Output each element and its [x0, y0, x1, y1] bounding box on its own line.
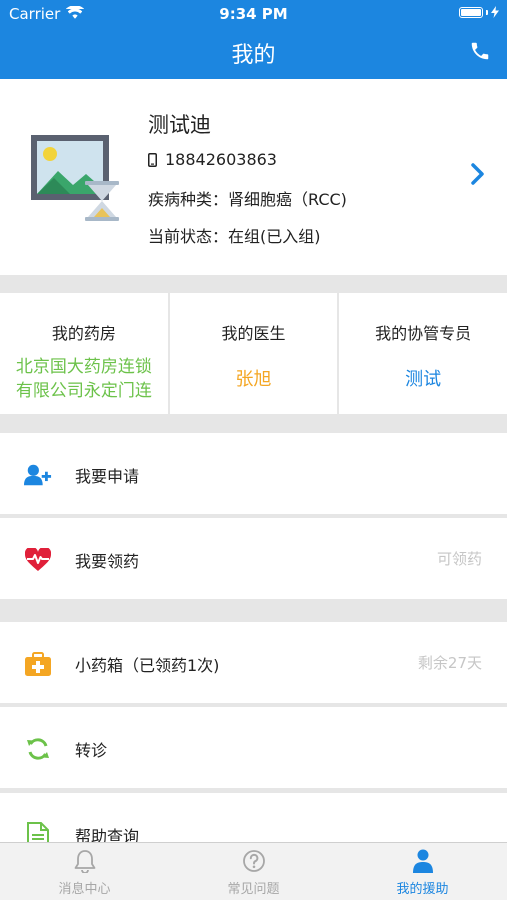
menu-item-get-medicine-status: 可领药 — [436, 550, 482, 568]
card-pharmacy-title: 我的药房 — [51, 324, 116, 343]
menu-item-referral-label: 转诊 — [75, 741, 108, 760]
card-doctor-value: 张旭 — [235, 369, 272, 390]
menu-item-medicine-box-remaining: 剩余27天 — [417, 654, 482, 672]
card-doctor[interactable]: 我的医生 张旭 — [169, 293, 338, 414]
profile-disease: 疾病种类：肾细胞癌（RCC) — [148, 190, 347, 209]
page-title: 我的 — [231, 43, 276, 68]
profile-phone-number: 18842603863 — [165, 150, 277, 169]
card-coordinator[interactable]: 我的协管专员 测试 — [339, 293, 507, 414]
card-doctor-title: 我的医生 — [221, 324, 286, 343]
tab-my-aid[interactable]: 我的援助 — [338, 843, 507, 900]
refresh-icon — [24, 735, 52, 763]
phone-call-button[interactable] — [467, 38, 493, 64]
profile-name: 测试迪 — [148, 113, 211, 137]
card-pharmacy-value: 北京国大药房连锁 有限公司永定门连 — [0, 355, 168, 403]
person-icon — [338, 849, 507, 875]
tab-bar: 消息中心 常见问题 我的援助 — [0, 842, 507, 900]
chevron-right-icon — [471, 163, 485, 189]
header: Carrier 9:34 PM 我的 — [0, 0, 507, 79]
menu-item-apply-label: 我要申请 — [75, 467, 140, 486]
tab-messages-label: 消息中心 — [58, 882, 111, 897]
menu-item-medicine-box-label: 小药箱（已领药1次) — [75, 656, 220, 675]
phone-icon — [471, 42, 489, 60]
card-pharmacy-value-line2: 有限公司永定门连 — [15, 381, 152, 401]
avatar — [28, 131, 120, 223]
clock: 9:34 PM — [219, 5, 288, 23]
profile-card[interactable]: 测试迪 18842603863 疾病种类：肾细胞癌（RCC) 当前状态：在组(已… — [0, 79, 507, 275]
tab-messages[interactable]: 消息中心 — [0, 843, 169, 900]
profile-phone: 18842603863 — [148, 150, 277, 169]
info-cards: 我的药房 北京国大药房连锁 有限公司永定门连 我的医生 张旭 我的协管专员 测试 — [0, 293, 507, 414]
profile-state: 当前状态：在组(已入组) — [148, 227, 321, 246]
question-icon — [169, 849, 338, 875]
image-placeholder-icon — [31, 135, 119, 221]
menu-item-get-medicine-label: 我要领药 — [75, 552, 140, 571]
card-pharmacy-value-line1: 北京国大药房连锁 — [15, 357, 152, 377]
tab-my-aid-label: 我的援助 — [396, 882, 449, 897]
tab-faq[interactable]: 常见问题 — [169, 843, 338, 900]
menu-item-referral[interactable]: 转诊 — [0, 707, 507, 788]
tab-faq-label: 常见问题 — [227, 882, 280, 897]
card-pharmacy[interactable]: 我的药房 北京国大药房连锁 有限公司永定门连 — [0, 293, 168, 414]
card-coordinator-value: 测试 — [405, 369, 442, 390]
bell-icon — [0, 849, 169, 875]
battery-icon — [459, 6, 499, 18]
charging-bolt-icon — [491, 6, 499, 18]
menu-item-medicine-box[interactable]: 小药箱（已领药1次) 剩余27天 — [0, 622, 507, 703]
mobile-phone-icon — [148, 152, 157, 167]
menu-item-get-medicine[interactable]: 我要领药 可领药 — [0, 518, 507, 599]
add-user-icon — [24, 461, 52, 489]
menu-item-apply[interactable]: 我要申请 — [0, 433, 507, 514]
status-bar: Carrier 9:34 PM — [0, 0, 507, 28]
medicine-kit-icon — [24, 650, 52, 678]
card-coordinator-title: 我的协管专员 — [375, 324, 472, 343]
heartbeat-icon — [24, 546, 52, 574]
